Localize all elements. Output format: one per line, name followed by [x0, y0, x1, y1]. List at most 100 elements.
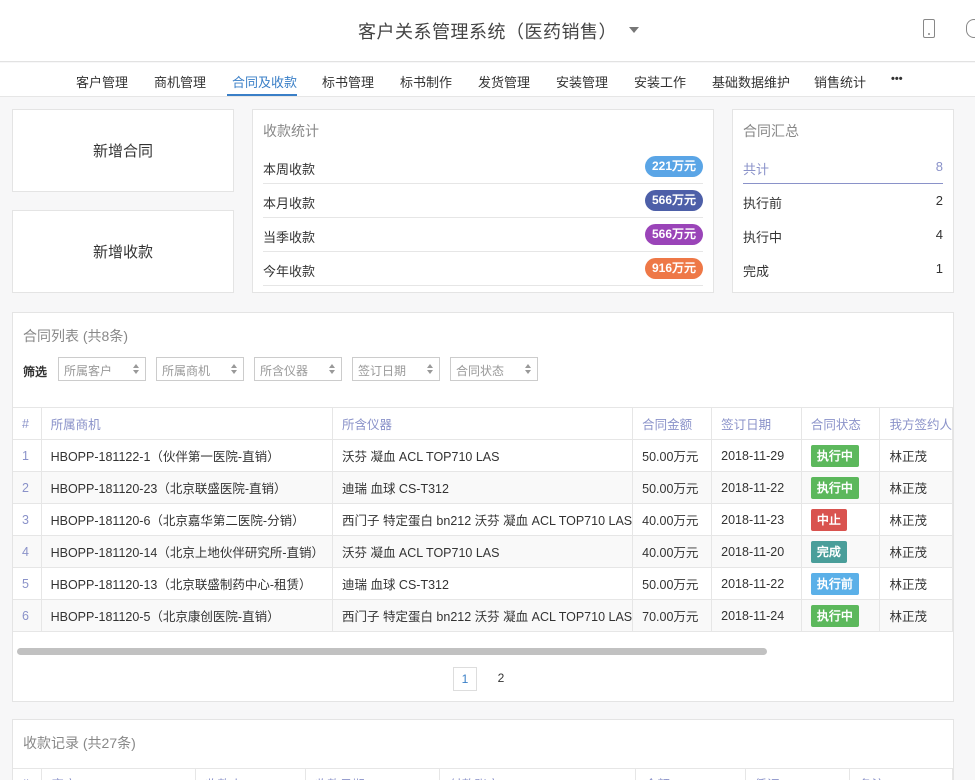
- main-nav: 客户管理 商机管理 合同及收款 标书管理 标书制作 发货管理 安装管理 安装工作…: [0, 63, 975, 97]
- nav-item-install-work[interactable]: 安装工作: [634, 72, 686, 91]
- select-arrows-icon: [329, 364, 335, 375]
- filter-status-select[interactable]: 合同状态: [450, 357, 538, 381]
- cell-status: 执行中: [801, 599, 881, 632]
- summary-row-before[interactable]: 执行前 2: [743, 184, 943, 218]
- cell-opportunity: HBOPP-181120-13（北京联盛制药中心-租赁）: [41, 567, 333, 600]
- column-header[interactable]: #: [13, 407, 42, 440]
- row-index: 1: [13, 439, 42, 472]
- cell-instruments: 沃芬 凝血 ACL TOP710 LAS: [332, 535, 634, 568]
- payment-stats-panel: 收款统计 本周收款 221万元 本月收款 566万元 当季收款 566万元 今年…: [252, 109, 714, 293]
- column-header[interactable]: 所含仪器: [332, 407, 634, 440]
- cell-instruments: 沃芬 凝血 ACL TOP710 LAS: [332, 439, 634, 472]
- cell-opportunity: HBOPP-181120-6（北京嘉华第二医院-分销）: [41, 503, 333, 536]
- stat-row-week: 本周收款 221万元: [263, 150, 703, 184]
- summary-row-executing[interactable]: 执行中 4: [743, 218, 943, 252]
- column-header[interactable]: 合同状态: [801, 407, 881, 440]
- stat-row-quarter: 当季收款 566万元: [263, 218, 703, 252]
- status-badge: 执行前: [810, 572, 859, 595]
- filter-opportunity-select[interactable]: 所属商机: [156, 357, 244, 381]
- cell-amount: 40.00万元: [632, 503, 713, 536]
- nav-item-installation[interactable]: 安装管理: [556, 72, 608, 91]
- new-payment-button[interactable]: 新增收款: [12, 210, 234, 293]
- filter-placeholder: 所属商机: [162, 364, 211, 378]
- stat-label: 本周收款: [263, 162, 316, 177]
- column-header[interactable]: 金额: [635, 768, 746, 780]
- cell-status: 中止: [801, 503, 881, 536]
- stat-label: 今年收款: [263, 264, 316, 279]
- phone-icon[interactable]: [923, 19, 935, 38]
- cell-signer: 林正茂: [879, 567, 953, 600]
- filter-date-select[interactable]: 签订日期: [352, 357, 440, 381]
- summary-row-done[interactable]: 完成 1: [743, 252, 943, 286]
- table-row[interactable]: 4 HBOPP-181120-14（北京上地伙伴研究所-直销） 沃芬 凝血 AC…: [13, 535, 953, 568]
- filter-instrument-select[interactable]: 所含仪器: [254, 357, 342, 381]
- status-badge: 执行中: [810, 604, 859, 627]
- cell-status: 完成: [801, 535, 881, 568]
- table-row[interactable]: 2 HBOPP-181120-23（北京联盛医院-直销） 迪瑞 血球 CS-T3…: [13, 471, 953, 504]
- cell-opportunity: HBOPP-181120-23（北京联盛医院-直销）: [41, 471, 333, 504]
- stat-label: 本月收款: [263, 196, 316, 211]
- table-row[interactable]: 1 HBOPP-181122-1（伙伴第一医院-直销） 沃芬 凝血 ACL TO…: [13, 439, 953, 472]
- cell-status: 执行中: [801, 439, 881, 472]
- filter-placeholder: 所含仪器: [260, 364, 309, 378]
- contract-summary-panel: 合同汇总 共计 8 执行前 2 执行中 4 完成 1: [732, 109, 954, 293]
- chevron-down-icon[interactable]: [629, 27, 639, 33]
- cell-amount: 50.00万元: [632, 567, 713, 600]
- horizontal-scrollbar[interactable]: [17, 648, 767, 655]
- cell-status: 执行中: [801, 471, 881, 504]
- cell-signer: 林正茂: [879, 535, 953, 568]
- clipped-icon[interactable]: [966, 19, 975, 38]
- cell-signer: 林正茂: [879, 599, 953, 632]
- cell-amount: 50.00万元: [632, 471, 713, 504]
- status-badge: 中止: [810, 508, 847, 531]
- filter-placeholder: 签订日期: [358, 364, 407, 378]
- cell-instruments: 迪瑞 血球 CS-T312: [332, 471, 634, 504]
- nav-item-contracts[interactable]: 合同及收款: [232, 72, 297, 91]
- status-badge: 完成: [810, 540, 847, 563]
- cell-amount: 40.00万元: [632, 535, 713, 568]
- nav-item-tender-making[interactable]: 标书制作: [400, 72, 452, 91]
- top-bar: 客户关系管理系统（医药销售）: [0, 0, 975, 62]
- select-arrows-icon: [133, 364, 139, 375]
- summary-value: 8: [935, 159, 943, 174]
- nav-item-sales-stats[interactable]: 销售统计: [814, 72, 866, 91]
- column-header[interactable]: 付款账户: [439, 768, 636, 780]
- row-index: 3: [13, 503, 42, 536]
- column-header[interactable]: 我方签约人: [879, 407, 953, 440]
- contract-list-title: 合同列表 (共8条): [23, 328, 128, 344]
- column-header[interactable]: 备注: [849, 768, 953, 780]
- nav-item-base-data[interactable]: 基础数据维护: [712, 72, 790, 91]
- column-header[interactable]: 收款人: [195, 768, 306, 780]
- table-row[interactable]: 3 HBOPP-181120-6（北京嘉华第二医院-分销） 西门子 特定蛋白 b…: [13, 503, 953, 536]
- summary-value: 1: [935, 261, 943, 276]
- nav-item-opportunities[interactable]: 商机管理: [154, 72, 206, 91]
- cell-date: 2018-11-22: [711, 471, 802, 504]
- cell-date: 2018-11-29: [711, 439, 802, 472]
- more-menu-icon[interactable]: •••: [891, 73, 903, 85]
- column-header[interactable]: 签订日期: [711, 407, 802, 440]
- cell-instruments: 迪瑞 血球 CS-T312: [332, 567, 634, 600]
- nav-item-customers[interactable]: 客户管理: [76, 72, 128, 91]
- page-button-2[interactable]: 2: [489, 667, 513, 691]
- cell-signer: 林正茂: [879, 503, 953, 536]
- cell-date: 2018-11-22: [711, 567, 802, 600]
- page-button-1[interactable]: 1: [453, 667, 477, 691]
- column-header[interactable]: 合同金额: [632, 407, 713, 440]
- column-header[interactable]: 客户: [41, 768, 196, 780]
- column-header[interactable]: #: [13, 768, 43, 780]
- summary-row-total[interactable]: 共计 8: [743, 150, 943, 184]
- nav-item-tenders[interactable]: 标书管理: [322, 72, 374, 91]
- payment-records-title: 收款记录 (共27条): [23, 735, 136, 751]
- filter-placeholder: 所属客户: [64, 364, 113, 378]
- summary-label: 完成: [743, 264, 770, 279]
- table-row[interactable]: 5 HBOPP-181120-13（北京联盛制药中心-租赁） 迪瑞 血球 CS-…: [13, 567, 953, 600]
- column-header[interactable]: 凭证: [745, 768, 851, 780]
- table-row[interactable]: 6 HBOPP-181120-5（北京康创医院-直销） 西门子 特定蛋白 bn2…: [13, 599, 953, 632]
- filter-customer-select[interactable]: 所属客户: [58, 357, 146, 381]
- nav-item-shipping[interactable]: 发货管理: [478, 72, 530, 91]
- column-header[interactable]: 收款日期: [305, 768, 441, 780]
- cell-date: 2018-11-24: [711, 599, 802, 632]
- new-contract-button[interactable]: 新增合同: [12, 109, 234, 192]
- column-header[interactable]: 所属商机: [41, 407, 333, 440]
- cell-date: 2018-11-20: [711, 535, 802, 568]
